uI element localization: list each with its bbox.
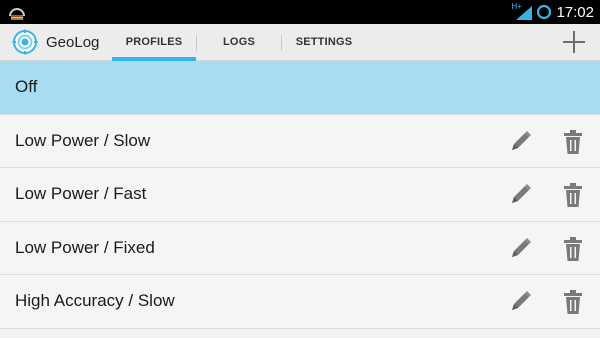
tab-profiles[interactable]: PROFILES bbox=[112, 24, 196, 61]
list-item[interactable]: Low Power / Fixed bbox=[0, 221, 600, 275]
trash-icon[interactable] bbox=[563, 129, 583, 155]
pencil-icon[interactable] bbox=[507, 289, 533, 315]
tab-settings-label: SETTINGS bbox=[295, 36, 353, 48]
list-item-label: Off bbox=[15, 77, 38, 97]
list-item-label: Low Power / Fixed bbox=[15, 237, 155, 257]
pencil-icon[interactable] bbox=[507, 182, 533, 208]
pencil-icon[interactable] bbox=[507, 236, 533, 262]
tab-profiles-label: PROFILES bbox=[125, 36, 183, 48]
trash-icon[interactable] bbox=[563, 289, 583, 315]
tab-settings[interactable]: SETTINGS bbox=[282, 24, 366, 61]
app-root: H+ 17:02 GeoLog PROFILES LOGS SETTINGS O… bbox=[0, 0, 600, 338]
list-item[interactable]: High Accuracy / Slow bbox=[0, 275, 600, 329]
app-title: GeoLog bbox=[46, 34, 100, 51]
tab-logs[interactable]: LOGS bbox=[197, 24, 281, 61]
status-bar: H+ 17:02 bbox=[0, 0, 600, 24]
signal-icon: H+ bbox=[511, 0, 533, 24]
action-bar: GeoLog PROFILES LOGS SETTINGS bbox=[0, 24, 600, 61]
list-item-off[interactable]: Off bbox=[0, 61, 600, 115]
geolog-logo-icon[interactable] bbox=[12, 29, 38, 55]
sync-icon bbox=[537, 4, 552, 20]
status-icons: H+ 17:02 bbox=[511, 0, 594, 24]
tab-logs-label: LOGS bbox=[223, 36, 255, 48]
list-item[interactable]: Low Power / Fast bbox=[0, 168, 600, 222]
plus-icon[interactable] bbox=[562, 30, 586, 54]
profile-list: Off Low Power / Slow Low Power / Fast Lo… bbox=[0, 61, 600, 329]
list-item-label: High Accuracy / Slow bbox=[15, 291, 175, 311]
list-item-label: Low Power / Slow bbox=[15, 130, 151, 150]
trash-icon[interactable] bbox=[563, 182, 583, 208]
trash-icon[interactable] bbox=[563, 236, 583, 262]
list-item-label: Low Power / Fast bbox=[15, 184, 147, 204]
list-item[interactable]: Low Power / Slow bbox=[0, 114, 600, 168]
app-notification-icon bbox=[9, 8, 25, 20]
pencil-icon[interactable] bbox=[507, 129, 533, 155]
clock: 17:02 bbox=[556, 3, 594, 21]
